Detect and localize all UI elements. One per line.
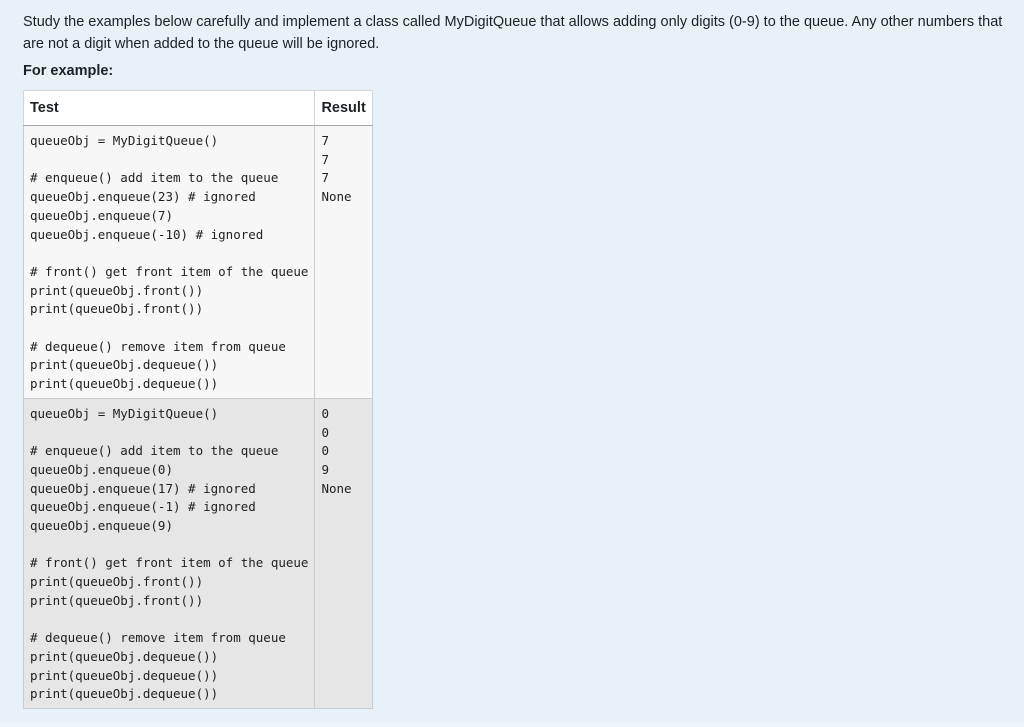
- result-cell: 0 0 0 9 None: [314, 397, 373, 710]
- table-row: queueObj = MyDigitQueue() # enqueue() ad…: [22, 397, 373, 710]
- question-panel: Study the examples below carefully and i…: [0, 0, 1024, 722]
- test-cell: queueObj = MyDigitQueue() # enqueue() ad…: [22, 125, 316, 399]
- test-cell: queueObj = MyDigitQueue() # enqueue() ad…: [22, 397, 316, 710]
- table-row: queueObj = MyDigitQueue() # enqueue() ad…: [22, 125, 373, 399]
- result-output: 0 0 0 9 None: [321, 405, 352, 496]
- header-result: Result: [314, 90, 373, 126]
- header-test: Test: [22, 90, 316, 126]
- result-cell: 7 7 7 None: [314, 125, 373, 399]
- table-header-row: Test Result: [22, 90, 373, 126]
- question-text: Study the examples below carefully and i…: [23, 14, 1003, 52]
- test-code: queueObj = MyDigitQueue() # enqueue() ad…: [30, 405, 309, 702]
- test-code: queueObj = MyDigitQueue() # enqueue() ad…: [30, 133, 309, 392]
- result-output: 7 7 7 None: [321, 133, 352, 205]
- examples-table: Test Result queueObj = MyDigitQueue() # …: [22, 90, 373, 710]
- example-label: For example:: [23, 63, 114, 79]
